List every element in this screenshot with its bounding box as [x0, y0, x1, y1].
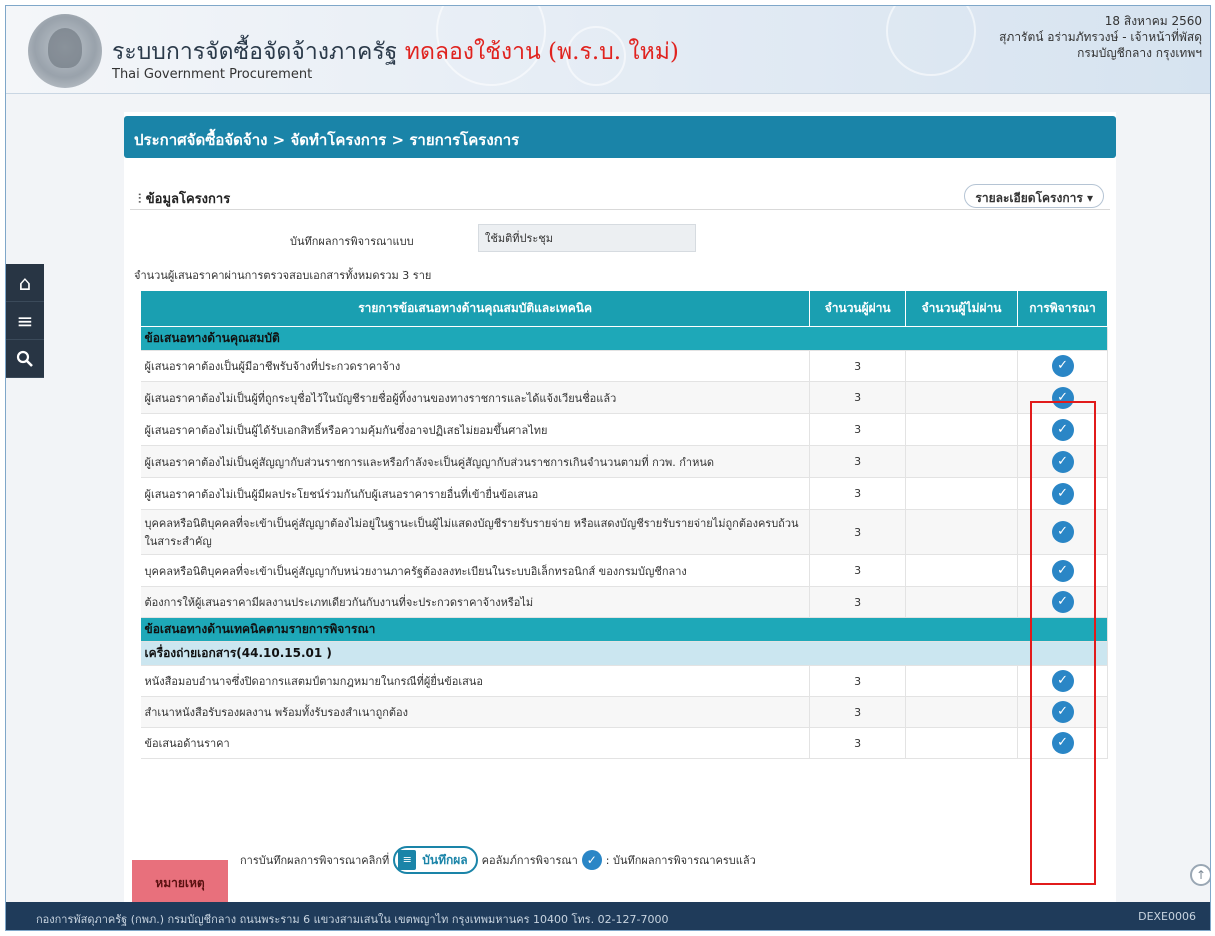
- check-circle-icon: ✓: [581, 850, 602, 870]
- fail-count: [905, 413, 1019, 446]
- table-row: หนังสือมอบอำนาจซึ่งปิดอากรแสตมป์ตามกฎหมา…: [140, 665, 1108, 697]
- table-row: ผู้เสนอราคาต้องไม่เป็นผู้มีผลประโยชน์ร่ว…: [140, 477, 1108, 510]
- save-result-label: บันทึกผล: [422, 852, 468, 867]
- subsection-label: เครื่องถ่ายเอกสาร(44.10.15.01 ): [140, 641, 1108, 666]
- table-row: ผู้เสนอราคาต้องไม่เป็นผู้ได้รับเอกสิทธิ์…: [140, 413, 1108, 446]
- pass-count: 3: [809, 445, 907, 478]
- col-header-criteria: รายการข้อเสนอทางด้านคุณสมบัติและเทคนิค: [139, 290, 811, 327]
- footer-address: กองการพัสดุภาครัฐ (กพภ.) กรมบัญชีกลาง ถน…: [36, 913, 669, 926]
- col-header-consider: การพิจารณา: [1017, 290, 1108, 327]
- criteria-text: ผู้เสนอราคาต้องไม่เป็นคู่สัญญากับส่วนราช…: [140, 445, 811, 478]
- col-header-fail: จำนวนผู้ไม่ผ่าน: [905, 290, 1019, 327]
- section-row-technical: ข้อเสนอทางด้านเทคนิคตามรายการพิจารณา: [140, 617, 1108, 642]
- criteria-text: ผู้เสนอราคาต้องไม่เป็นผู้ได้รับเอกสิทธิ์…: [140, 413, 811, 446]
- table-row: บุคคลหรือนิติบุคคลที่จะเข้าเป็นคู่สัญญาต…: [140, 509, 1108, 555]
- system-title-text: ระบบการจัดซื้อจัดจ้างภาครัฐ: [112, 39, 398, 65]
- table-row: ข้อเสนอด้านราคา 3 ✓: [140, 727, 1108, 759]
- side-nav: ⌂ ≡: [6, 264, 44, 378]
- fail-count: [905, 445, 1019, 478]
- header-decoration: [886, 6, 976, 76]
- fail-count: [905, 477, 1019, 510]
- criteria-text: หนังสือมอบอำนาจซึ่งปิดอากรแสตมป์ตามกฎหมา…: [140, 665, 811, 697]
- trial-label: ทดลองใช้งาน (พ.ร.บ. ใหม่): [404, 39, 679, 65]
- method-label: บันทึกผลการพิจารณาแบบ: [290, 235, 414, 248]
- criteria-text: บุคคลหรือนิติบุคคลที่จะเข้าเป็นคู่สัญญาต…: [140, 509, 811, 555]
- pass-count: 3: [809, 696, 907, 728]
- panel-title-text: ข้อมูลโครงการ: [145, 192, 231, 207]
- section-row-qualification: ข้อเสนอทางด้านคุณสมบัติ: [140, 326, 1108, 351]
- pass-count: 3: [809, 727, 907, 759]
- fail-count: [905, 509, 1019, 555]
- project-detail-button[interactable]: รายละเอียดโครงการ ▾: [964, 184, 1104, 208]
- table-row: บุคคลหรือนิติบุคคลที่จะเข้าเป็นคู่สัญญาก…: [140, 554, 1108, 587]
- panel-header: ⫶ ข้อมูลโครงการ รายละเอียดโครงการ ▾: [130, 180, 1110, 210]
- table-row: สำเนาหนังสือรับรองผลงาน พร้อมทั้งรับรองส…: [140, 696, 1108, 728]
- criteria-text: ข้อเสนอด้านราคา: [140, 727, 811, 759]
- scroll-top-icon[interactable]: ↑: [1190, 864, 1210, 886]
- menu-icon[interactable]: ≡: [6, 302, 44, 340]
- footer: กองการพัสดุภาครัฐ (กพภ.) กรมบัญชีกลาง ถน…: [6, 902, 1210, 930]
- criteria-table: รายการข้อเสนอทางด้านคุณสมบัติและเทคนิค จ…: [139, 290, 1108, 759]
- criteria-text: ต้องการให้ผู้เสนอราคามีผลงานประเภทเดียวก…: [140, 586, 811, 618]
- fail-count: [905, 554, 1019, 587]
- user-org: กรมบัญชีกลาง กรุงเทพฯ: [1077, 46, 1202, 60]
- system-subtitle: Thai Government Procurement: [112, 67, 313, 82]
- pass-count: 3: [809, 586, 907, 618]
- page-code: DEXE0006: [1138, 910, 1196, 923]
- check-circle-icon[interactable]: ✓: [1051, 355, 1074, 377]
- note-middle: คอลัมภ์การพิจารณา: [481, 854, 578, 867]
- pass-count: 3: [809, 350, 907, 382]
- fail-count: [905, 727, 1019, 759]
- bidder-count-text: จำนวนผู้เสนอราคาผ่านการตรวจสอบเอกสารทั้ง…: [134, 269, 432, 282]
- sliders-icon: ⫶: [138, 192, 146, 207]
- user-name[interactable]: สุภารัตน์ อร่ามภัทรวงษ์ - เจ้าหน้าที่พัส…: [999, 29, 1202, 45]
- fail-count: [905, 586, 1019, 618]
- criteria-text: สำเนาหนังสือรับรองผลงาน พร้อมทั้งรับรองส…: [140, 696, 811, 728]
- search-icon[interactable]: [6, 340, 44, 378]
- app-header: ระบบการจัดซื้อจัดจ้างภาครัฐ ทดลองใช้งาน …: [6, 6, 1210, 94]
- criteria-text: บุคคลหรือนิติบุคคลที่จะเข้าเป็นคู่สัญญาก…: [140, 554, 811, 587]
- criteria-text: ผู้เสนอราคาต้องไม่เป็นผู้มีผลประโยชน์ร่ว…: [140, 477, 811, 510]
- fail-count: [905, 350, 1019, 382]
- table-header-row: รายการข้อเสนอทางด้านคุณสมบัติและเทคนิค จ…: [139, 290, 1108, 327]
- pass-count: 3: [809, 554, 907, 587]
- criteria-text: ผู้เสนอราคาต้องไม่เป็นผู้ที่ถูกระบุชื่อไ…: [140, 381, 811, 414]
- note-prefix: การบันทึกผลการพิจารณาคลิกที่: [240, 854, 390, 867]
- pass-count: 3: [809, 477, 907, 510]
- method-value: ใช้มติที่ประชุม: [478, 224, 696, 252]
- save-result-pill: ≡ บันทึกผล: [393, 846, 478, 874]
- pass-count: 3: [809, 509, 907, 555]
- home-icon[interactable]: ⌂: [6, 264, 44, 302]
- pass-count: 3: [809, 381, 907, 414]
- system-title: ระบบการจัดซื้อจัดจ้างภาครัฐ ทดลองใช้งาน …: [112, 34, 679, 70]
- fail-count: [905, 381, 1019, 414]
- fail-count: [905, 665, 1019, 697]
- table-row: ต้องการให้ผู้เสนอราคามีผลงานประเภทเดียวก…: [140, 586, 1108, 618]
- pass-count: 3: [809, 413, 907, 446]
- section-label: ข้อเสนอทางด้านเทคนิคตามรายการพิจารณา: [140, 617, 1108, 642]
- subsection-row: เครื่องถ่ายเอกสาร(44.10.15.01 ): [140, 641, 1108, 666]
- fail-count: [905, 696, 1019, 728]
- main-content: ประกาศจัดซื้อจัดจ้าง > จัดทำโครงการ > รา…: [124, 112, 1116, 930]
- col-header-pass: จำนวนผู้ผ่าน: [809, 290, 907, 327]
- table-row: ผู้เสนอราคาต้องไม่เป็นผู้ที่ถูกระบุชื่อไ…: [140, 381, 1108, 414]
- panel-title: ⫶ ข้อมูลโครงการ: [138, 188, 230, 209]
- criteria-text: ผู้เสนอราคาต้องเป็นผู้มีอาชีพรับจ้างที่ป…: [140, 350, 811, 382]
- note-text: การบันทึกผลการพิจารณาคลิกที่ ≡ บันทึกผล …: [240, 846, 756, 874]
- document-icon: ≡: [398, 850, 417, 870]
- table-row: ผู้เสนอราคาต้องเป็นผู้มีอาชีพรับจ้างที่ป…: [140, 350, 1108, 382]
- consider-cell[interactable]: ✓: [1017, 350, 1108, 382]
- section-label: ข้อเสนอทางด้านคุณสมบัติ: [140, 326, 1108, 351]
- note-suffix: : บันทึกผลการพิจารณาครบแล้ว: [605, 854, 756, 867]
- highlight-box: [1030, 401, 1096, 885]
- breadcrumb: ประกาศจัดซื้อจัดจ้าง > จัดทำโครงการ > รา…: [124, 116, 1116, 158]
- table-row: ผู้เสนอราคาต้องไม่เป็นคู่สัญญากับส่วนราช…: [140, 445, 1108, 478]
- department-logo: [28, 14, 102, 88]
- current-date: 18 สิงหาคม 2560: [1104, 14, 1202, 28]
- user-info: 18 สิงหาคม 2560 สุภารัตน์ อร่ามภัทรวงษ์ …: [999, 13, 1202, 61]
- pass-count: 3: [809, 665, 907, 697]
- app-window: ระบบการจัดซื้อจัดจ้างภาครัฐ ทดลองใช้งาน …: [5, 5, 1211, 931]
- note-tag: หมายเหตุ: [132, 860, 228, 912]
